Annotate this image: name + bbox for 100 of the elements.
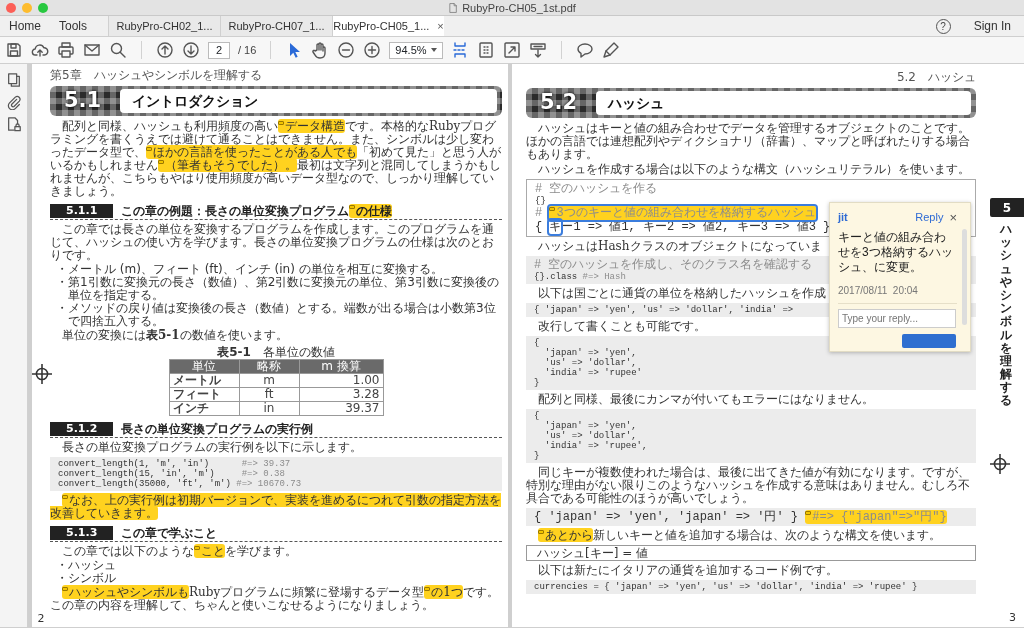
table-cell: インチ [169,401,239,416]
print-icon[interactable] [57,41,75,59]
sign-in-button[interactable]: Sign In [964,16,1020,36]
home-tab[interactable]: Home [0,16,50,36]
code-line: { [534,338,540,348]
code-line: 'us' => 'dollar', [543,431,637,441]
tools-tab[interactable]: Tools [50,16,97,36]
code-line: currencies = { 'japan' => 'yen', 'us' => 'dollar', 'india' => 'rupee' } [534,582,918,592]
running-head: 5.2 ハッシュ [896,70,976,84]
search-icon[interactable] [109,41,127,59]
post-button[interactable] [902,333,956,348]
zoom-in-icon[interactable] [363,41,382,59]
code-line: { [534,411,540,421]
pages-icon[interactable] [5,72,22,88]
table-cell: ft [239,387,299,402]
paragraph: この章では長さの単位を変換するプログラムを作成します。このプログラムを通じて、ハッシュの使い方を学びます。長さの単位変換プログラムの仕様は次のとおりです。 [50,223,495,262]
table-cell: 39.37 [299,401,383,416]
code-line: # 3つのキーと値の組み合わせを格納するハッシュ [535,206,816,220]
code-line: 'us' => 'dollar', [543,358,637,368]
list-item: ・第1引数に変換元の長さ（数値）、第2引数に変換元の単位、第3引数に変換後の単位を指定する。 [56,276,500,302]
document-tab[interactable]: RubyPro-CH07_1... [220,16,333,36]
subsection-heading: この章で学ぶこと [121,526,218,540]
subsection-heading: この章の例題：長さの単位変換プログラム の仕様 [121,204,393,218]
subsection-number: 5.1.1 [50,204,114,218]
code-line: convert_length(1, 'm', 'in') #=> 39.37 [58,459,291,469]
scrollbar[interactable] [962,229,967,325]
page-count: / 16 [238,42,257,58]
comment-icon[interactable] [576,41,595,59]
list-item: ・ハッシュ [56,559,117,572]
paragraph: 同じキーが複数使われた場合は、最後に出てきた値が有効になります。ですが、特別な理由がない限りこのようなハッシュを作成する意味はありません。むしろ不具合である可能性のほうが高いでしょう。 [526,466,971,505]
previous-page-icon[interactable] [156,41,174,59]
subsection-number: 5.1.3 [50,526,114,540]
comment-author: jit [838,210,849,225]
code-line: { 'japan' => 'yen', 'japan' => '円' } #=> {"japan"=>"円"} [534,510,947,524]
comment-text: キーと値の組み合わせを3つ格納するハッシュ、に変更。 [838,229,954,275]
code-line: {} [535,196,546,206]
reply-field[interactable]: Type your reply... [838,308,956,328]
list-item: ・メートル (m)、フィート (ft)、インチ (in) の単位を相互に変換する。 [56,263,444,276]
code-line: 'india' => 'rupee' [543,368,643,378]
paragraph: 以下は国ごとに通貨の単位を格納したハッシュを作成 [537,287,826,300]
subsection-number: 5.1.2 [50,422,114,436]
document-icon [448,3,459,14]
registration-mark-icon [32,364,52,384]
code-line: } [534,451,540,461]
code-line: 'japan' => 'yen', [543,348,637,358]
paperclip-icon[interactable] [5,94,22,110]
code-line: } [534,378,540,388]
running-head: 第5章 ハッシュやシンボルを理解する [50,68,263,82]
document-tab[interactable]: RubyPro-CH02_1... [108,16,221,36]
paragraph: ハッシュやシンボルもRubyプログラムに頻繁に登場するデータ型 の1つです。この章の内容を理解して、ちゃんと使いこなせるようになりましょう。 [50,586,500,612]
page-grid-icon[interactable] [477,41,496,59]
close-button[interactable]: × [949,210,957,224]
zoom-out-icon[interactable] [337,41,356,59]
section-number: 5.2 [540,89,579,117]
column-header: m 換算 [299,359,383,374]
table-cell: m [239,373,299,388]
paragraph: 配列と同様、最後にカンマが付いてもエラーにはなりません。 [537,393,874,406]
table-caption: 表5-1 各単位の数値 [216,345,336,359]
column-header: 単位 [169,359,239,374]
paragraph: 改行して書くことも可能です。 [537,320,706,333]
paragraph: あとから新しいキーと値を追加する場合は、次のような構文を使います。 [526,529,941,542]
paragraph: ハッシュはHashクラスのオブジェクトになっていま [537,240,822,253]
page-number: 3 [1009,611,1016,624]
close-icon[interactable]: × [437,17,444,35]
document-tab[interactable]: RubyPro-CH05_1... × [332,16,445,36]
code-line: # 空のハッシュを作る [535,182,658,196]
table-cell: メートル [169,373,239,388]
code-line: { 'japan' => 'yen', 'us' => 'dollar', 'india' => [534,305,794,315]
expand-icon[interactable] [503,41,522,59]
paragraph: 以下は新たにイタリアの通貨を追加するコード例です。 [537,564,838,577]
registration-mark-icon [990,454,1010,474]
code-line: convert_length(15, 'in', 'm') #=> 0.38 [58,469,285,479]
paragraph: 配列と同様、ハッシュも利用頻度の高い データ構造です。本格的なRubyプログラミングを書くうえでは避けて通ることはできません。また、シンボルは少し変わったデータ型で、 ほかの言語を使ったことがある人でも「初めて見た」と思う人がいるかもしれません （筆者もそうでした）。最初は文字列と混同してしまうかもしれませんが、こちらもやはり使用頻度が高いデータ型なので、しっかり理解していきましょう。 [50,120,502,198]
page-number-field[interactable]: 2 [208,41,230,59]
paragraph: この章では以下のような こと を学びます。 [61,545,297,558]
subsection-heading: 長さの単位変換プログラムの実行例 [121,422,314,436]
caret-icon [431,48,438,52]
next-page-icon[interactable] [182,41,200,59]
code-line: 'japan' => 'yen', [543,421,637,431]
cloud-upload-icon[interactable] [31,41,49,59]
code-line: # 空のハッシュを作成し、そのクラス名を確認する [534,258,813,272]
mail-icon[interactable] [83,41,101,59]
paragraph: なお、上の実行例は初期バージョンで、実装を進めるにつれて引数の指定方法を改善していきます。 [50,494,502,520]
comment-date: 2017/08/11 20:04 [838,283,919,298]
reply-link[interactable]: Reply [915,209,944,226]
page-number: 2 [37,612,45,625]
download-icon[interactable] [529,41,548,59]
save-icon[interactable] [5,41,23,59]
highlighter-icon[interactable] [602,41,621,59]
code-line: {}.class #=> Hash [534,272,626,282]
syntax-box: ハッシュ[キー] = 値 [526,545,976,561]
section-number: 5.1 [64,87,103,115]
paragraph: ハッシュはキーと値の組み合わせでデータを管理するオブジェクトのことです。ほかの言語では連想配列やディクショナリ（辞書）、マップと呼ばれたりする場合もあります。 [526,122,971,161]
list-item: ・メソッドの戻り値は変換後の長さ（数値）とする。端数が出る場合は小数第3位で四捨五入する。 [56,302,497,328]
code-line: convert_length(35000, 'ft', 'm') #=> 10670.73 [58,479,302,489]
list-item: ・シンボル [56,572,117,585]
table-cell: 1.00 [299,373,383,388]
zoom-dropdown[interactable]: 94.5% [389,41,444,59]
section-title: ハッシュ [596,91,971,115]
document-lock-icon[interactable] [5,116,22,132]
